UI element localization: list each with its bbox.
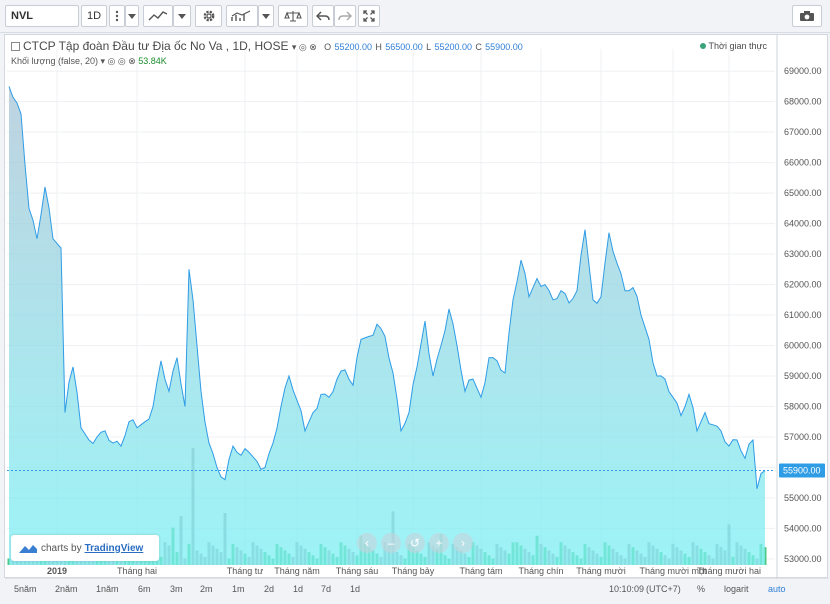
open-value: 55200.00 [334, 42, 372, 52]
x-tick-label: Tháng mười hai [697, 566, 761, 576]
fullscreen-icon[interactable] [358, 5, 380, 27]
realtime-indicator: Thời gian thực [699, 41, 767, 51]
settings-icon[interactable] [195, 5, 222, 27]
branding-name[interactable]: TradingView [85, 543, 144, 554]
zoom-in-button[interactable]: + [429, 533, 449, 553]
zoom-out-button[interactable]: – [381, 533, 401, 553]
scroll-left-button[interactable]: ‹ [357, 533, 377, 553]
x-tick-label: Tháng năm [274, 566, 320, 576]
interval-dropdown-icon[interactable] [125, 5, 139, 27]
indicators-icon[interactable] [226, 5, 258, 27]
redo-icon[interactable] [334, 5, 356, 27]
close-value: 55900.00 [485, 42, 523, 52]
x-tick-label: Tháng tư [227, 566, 264, 576]
y-tick-label: 59000.00 [784, 371, 822, 381]
range-1d-b[interactable]: 1d [350, 584, 360, 594]
last-price-label: 55900.00 [783, 466, 821, 476]
series-menu-icon[interactable]: ▾ ◎ ⊗ [292, 42, 317, 52]
branding-prefix: charts by [41, 542, 82, 554]
chart-pane[interactable]: 53000.0054000.0055000.0056000.0057000.00… [4, 34, 829, 579]
y-tick-label: 61000.00 [784, 310, 822, 320]
x-tick-label: Tháng bảy [392, 566, 435, 576]
y-tick-label: 64000.00 [784, 219, 822, 229]
symbol-input[interactable]: NVL [5, 5, 79, 27]
volume-value: 53.84K [138, 56, 167, 66]
range-1m[interactable]: 1m [232, 584, 245, 594]
range-1y[interactable]: 1năm [96, 584, 119, 594]
realtime-dot-icon [699, 43, 706, 49]
series-title: CTCP Tập đoàn Đầu tư Địa ốc No Va , 1D, … [23, 39, 289, 53]
y-tick-label: 60000.00 [784, 341, 822, 351]
y-tick-label: 68000.00 [784, 97, 822, 107]
auto-toggle[interactable]: auto [768, 584, 786, 594]
range-1d[interactable]: 1d [293, 584, 303, 594]
realtime-label: Thời gian thực [708, 41, 767, 51]
x-tick-label: Tháng sáu [336, 566, 379, 576]
y-tick-label: 58000.00 [784, 401, 822, 411]
bottom-toolbar: 5năm 2năm 1năm 6m 3m 2m 1m 2d 1d 7d 1d 1… [0, 579, 830, 604]
y-tick-label: 66000.00 [784, 158, 822, 168]
volume-menu-icon[interactable]: ▾ ◎ ◎ ⊗ [100, 56, 135, 66]
range-2y[interactable]: 2năm [55, 584, 78, 594]
volume-legend: Khối lượng (false, 20) ▾ ◎ ◎ ⊗ 53.84K [11, 56, 167, 67]
y-tick-label: 57000.00 [784, 432, 822, 442]
camera-icon[interactable] [792, 5, 822, 27]
x-tick-label: Tháng tám [459, 566, 502, 576]
y-tick-label: 54000.00 [784, 523, 822, 533]
top-toolbar: NVL 1D [0, 0, 830, 33]
high-label: H [375, 42, 382, 52]
collapse-icon[interactable] [11, 42, 20, 52]
low-value: 55200.00 [434, 42, 472, 52]
range-2m[interactable]: 2m [200, 584, 213, 594]
range-5y[interactable]: 5năm [14, 584, 37, 594]
high-value: 56500.00 [385, 42, 423, 52]
range-6m[interactable]: 6m [138, 584, 151, 594]
range-2d[interactable]: 2d [264, 584, 274, 594]
interval-button[interactable]: 1D [81, 5, 107, 27]
tradingview-logo-icon [19, 545, 37, 553]
percent-toggle[interactable]: % [697, 584, 705, 594]
chart-style-icon[interactable] [143, 5, 173, 27]
undo-icon[interactable] [312, 5, 334, 27]
y-tick-label: 62000.00 [784, 280, 822, 290]
x-tick-label: 2019 [47, 566, 67, 576]
range-3m[interactable]: 3m [170, 584, 183, 594]
clock: 10:10:09 [609, 584, 645, 594]
x-tick-label: Tháng chín [518, 566, 563, 576]
y-tick-label: 53000.00 [784, 554, 822, 564]
indicators-dropdown-icon[interactable] [258, 5, 274, 27]
tradingview-branding[interactable]: charts by TradingView [11, 535, 159, 561]
y-tick-label: 63000.00 [784, 249, 822, 259]
timezone-button[interactable]: (UTC+7) [646, 584, 681, 594]
price-area [9, 86, 765, 566]
x-tick-label: Tháng hai [117, 566, 157, 576]
open-label: O [324, 42, 332, 52]
y-tick-label: 65000.00 [784, 188, 822, 198]
chart-style-dropdown-icon[interactable] [173, 5, 191, 27]
price-chart[interactable]: 53000.0054000.0055000.0056000.0057000.00… [5, 35, 829, 579]
close-label: C [475, 42, 482, 52]
volume-label: Khối lượng (false, 20) [11, 56, 98, 66]
interval-menu-icon[interactable] [109, 5, 125, 27]
series-legend: CTCP Tập đoàn Đầu tư Địa ốc No Va , 1D, … [11, 39, 523, 53]
range-7d[interactable]: 7d [321, 584, 331, 594]
compare-icon[interactable] [278, 5, 308, 27]
reset-button[interactable]: ↺ [405, 533, 425, 553]
y-tick-label: 55000.00 [784, 493, 822, 503]
y-tick-label: 69000.00 [784, 66, 822, 76]
x-tick-label: Tháng mười [576, 566, 625, 576]
low-label: L [426, 42, 432, 52]
log-toggle[interactable]: logarit [724, 584, 749, 594]
y-tick-label: 67000.00 [784, 127, 822, 137]
scroll-right-button[interactable]: › [453, 533, 473, 553]
